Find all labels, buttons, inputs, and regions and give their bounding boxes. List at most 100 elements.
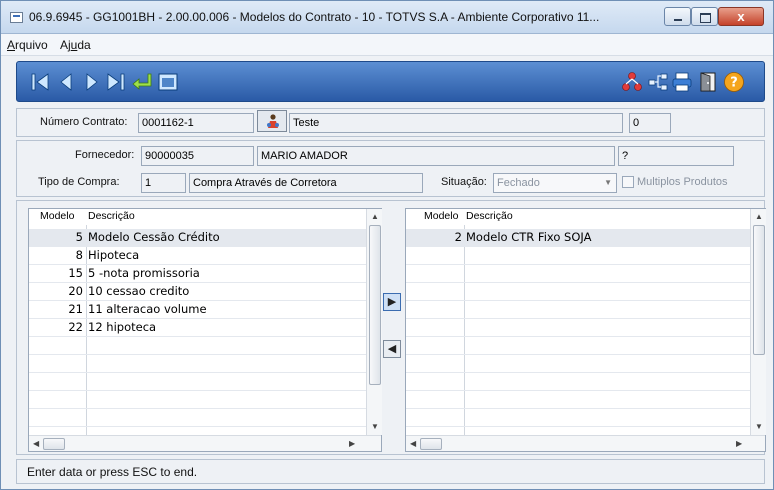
app-window: 06.9.6945 - GG1001BH - 2.00.00.006 - Mod… [0, 0, 774, 490]
multiplos-produtos-checkbox[interactable] [622, 176, 634, 188]
add-model-button[interactable]: ▶ [383, 293, 401, 311]
tipo-compra-code-field[interactable]: 1 [141, 173, 186, 193]
window-title: 06.9.6945 - GG1001BH - 2.00.00.006 - Mod… [29, 10, 600, 24]
menu-ajuda[interactable]: Ajuda [60, 38, 91, 52]
status-text: Enter data or press ESC to end. [27, 465, 198, 479]
numero-contrato-field[interactable]: 0001162-1 [138, 113, 254, 133]
last-record-icon[interactable] [105, 71, 127, 93]
remove-model-button[interactable]: ◀ [383, 340, 401, 358]
title-bar: 06.9.6945 - GG1001BH - 2.00.00.006 - Mod… [1, 1, 773, 34]
first-record-icon[interactable] [29, 71, 51, 93]
scroll-up-icon[interactable]: ▲ [755, 212, 763, 221]
search-contract-button[interactable] [257, 110, 287, 132]
window-icon[interactable] [157, 71, 179, 93]
contract-panel: Número Contrato: 0001162-1 Teste 0 [16, 108, 765, 137]
scroll-down-icon[interactable]: ▼ [371, 422, 379, 431]
flow-icon[interactable] [647, 71, 669, 93]
arrow-right-icon: ▶ [387, 296, 397, 308]
vertical-scrollbar[interactable]: ▲ ▼ [750, 209, 766, 435]
grid-header: Modelo Descrição [406, 209, 750, 225]
scrollbar-thumb[interactable] [753, 225, 765, 355]
svg-text:?: ? [730, 76, 738, 91]
table-row[interactable]: 5 Modelo Cessão Crédito [29, 229, 366, 247]
empty-row [406, 247, 750, 265]
scroll-up-icon[interactable]: ▲ [371, 212, 379, 221]
next-record-icon[interactable] [81, 71, 103, 93]
minimize-button[interactable] [664, 7, 691, 26]
empty-row [406, 409, 750, 427]
table-row[interactable]: 2 Modelo CTR Fixo SOJA [406, 229, 750, 247]
situacao-select[interactable]: Fechado ▼ [493, 173, 617, 193]
status-bar: Enter data or press ESC to end. [16, 459, 765, 484]
cell-descricao: 5 -nota promissoria [88, 266, 200, 280]
available-models-grid[interactable]: Modelo Descrição 5 Modelo Cessão Crédito… [28, 208, 382, 452]
scroll-left-icon[interactable]: ◀ [410, 439, 416, 448]
column-header-descricao[interactable]: Descrição [88, 209, 135, 224]
empty-row [29, 373, 366, 391]
return-icon[interactable] [131, 71, 153, 93]
cell-modelo: 22 [68, 320, 83, 334]
descricao-contrato-field[interactable]: Teste [289, 113, 623, 133]
empty-row [406, 301, 750, 319]
menu-arquivo[interactable]: Arquivo [7, 38, 48, 52]
cell-modelo: 21 [68, 302, 83, 316]
table-row[interactable]: 22 12 hipoteca [29, 319, 366, 337]
cell-descricao: 12 hipoteca [88, 320, 157, 334]
fornecedor-extra-field[interactable]: ? [618, 146, 734, 166]
scroll-right-icon[interactable]: ▶ [349, 439, 355, 448]
table-row[interactable]: 21 11 alteracao volume [29, 301, 366, 319]
column-header-modelo[interactable]: Modelo [40, 209, 74, 224]
menu-bar: Arquivo Ajuda [1, 34, 773, 56]
menu-ajuda-label-start: Aj [60, 38, 71, 52]
close-icon: x [737, 9, 745, 24]
close-button[interactable]: x [718, 7, 764, 26]
toolbar: ? [16, 61, 765, 102]
column-header-descricao[interactable]: Descrição [466, 209, 513, 224]
empty-row [406, 337, 750, 355]
scroll-down-icon[interactable]: ▼ [755, 422, 763, 431]
scroll-left-icon[interactable]: ◀ [33, 439, 39, 448]
help-icon[interactable]: ? [723, 71, 745, 93]
empty-row [406, 355, 750, 373]
scrollbar-thumb[interactable] [420, 438, 442, 450]
vertical-scrollbar[interactable]: ▲ ▼ [366, 209, 382, 435]
cell-modelo: 5 [75, 230, 83, 244]
grid-header: Modelo Descrição [29, 209, 366, 225]
scrollbar-thumb[interactable] [369, 225, 381, 385]
chevron-down-icon: ▼ [604, 178, 612, 187]
tipo-compra-desc-field[interactable]: Compra Através de Corretora [189, 173, 423, 193]
people-search-icon [267, 114, 279, 128]
empty-row [406, 265, 750, 283]
empty-row [29, 391, 366, 409]
previous-record-icon[interactable] [55, 71, 77, 93]
table-row[interactable]: 20 10 cessao credito [29, 283, 366, 301]
empty-row [406, 373, 750, 391]
horizontal-scrollbar[interactable]: ◀ ▶ [406, 435, 765, 451]
maximize-button[interactable] [691, 7, 718, 26]
cell-descricao: Modelo CTR Fixo SOJA [466, 230, 592, 244]
scrollbar-thumb[interactable] [43, 438, 65, 450]
fornecedor-name-field[interactable]: MARIO AMADOR [257, 146, 615, 166]
table-row[interactable]: 15 5 -nota promissoria [29, 265, 366, 283]
cell-descricao: 10 cessao credito [88, 284, 190, 298]
print-icon[interactable] [671, 71, 693, 93]
column-header-modelo[interactable]: Modelo [424, 209, 458, 224]
cell-modelo: 15 [68, 266, 83, 280]
numero-contrato-label: Número Contrato: [40, 116, 128, 128]
situacao-selected-value: Fechado [497, 177, 540, 189]
app-window-icon[interactable] [10, 12, 23, 23]
cell-modelo: 8 [75, 248, 83, 262]
contract-count-field[interactable]: 0 [629, 113, 671, 133]
selected-models-grid[interactable]: Modelo Descrição 2 Modelo CTR Fixo SOJA … [405, 208, 766, 452]
scroll-right-icon[interactable]: ▶ [736, 439, 742, 448]
fornecedor-label: Fornecedor: [75, 149, 135, 161]
cell-modelo: 20 [68, 284, 83, 298]
fornecedor-code-field[interactable]: 90000035 [141, 146, 254, 166]
empty-row [29, 337, 366, 355]
relationship-icon[interactable] [621, 71, 643, 93]
exit-door-icon[interactable] [697, 71, 719, 93]
empty-row [406, 391, 750, 409]
menu-arquivo-mnemonic: A [7, 38, 16, 52]
horizontal-scrollbar[interactable]: ◀ ▶ [29, 435, 381, 451]
table-row[interactable]: 8 Hipoteca [29, 247, 366, 265]
